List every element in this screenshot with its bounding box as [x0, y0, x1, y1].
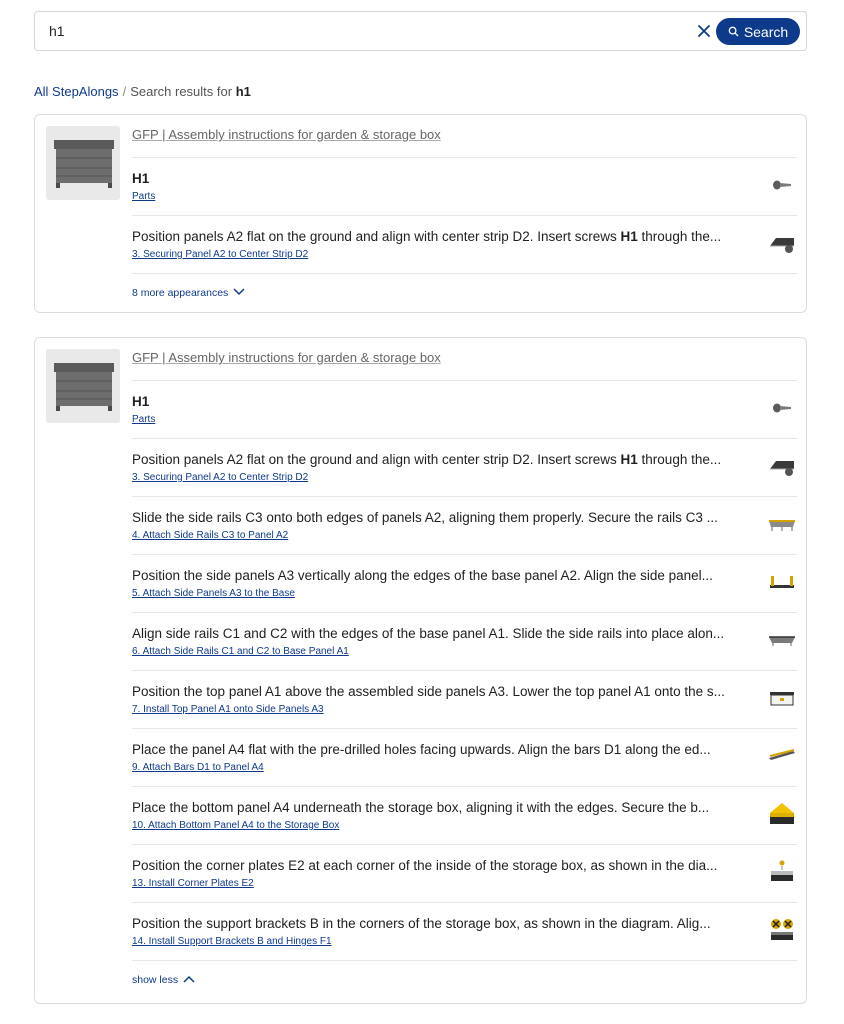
result-row[interactable]: Position the side panels A3 vertically a… — [132, 554, 797, 613]
result-snippet: Position the top panel A1 above the asse… — [132, 684, 725, 699]
result-card: GFP | Assembly instructions for garden &… — [34, 337, 807, 1004]
result-snippet: Align side rails C1 and C2 with the edge… — [132, 626, 725, 641]
result-snippet: Place the panel A4 flat with the pre-dri… — [132, 742, 711, 757]
result-snippet: Position the side panels A3 vertically a… — [132, 568, 713, 583]
toggle-row: show less — [132, 960, 797, 1005]
result-snippet: Place the bottom panel A4 underneath the… — [132, 800, 710, 815]
step-link[interactable]: 3. Securing Panel A2 to Center Strip D2 — [132, 249, 308, 260]
breadcrumb-query: h1 — [235, 84, 251, 99]
bottom-panel-icon — [767, 799, 797, 829]
search-input[interactable] — [49, 20, 649, 42]
step-link[interactable]: 7. Install Top Panel A1 onto Side Panels… — [132, 704, 324, 715]
result-row[interactable]: Position the top panel A1 above the asse… — [132, 670, 797, 729]
step-link[interactable]: 13. Install Corner Plates E2 — [132, 878, 254, 889]
result-snippet: Position panels A2 flat on the ground an… — [132, 452, 722, 467]
search-results-page: Search All StepAlongs/Search results for… — [0, 0, 844, 1024]
step-link[interactable]: 6. Attach Side Rails C1 and C2 to Base P… — [132, 646, 349, 657]
side-rails-icon — [767, 509, 797, 539]
result-row[interactable]: Position the corner plates E2 at each co… — [132, 844, 797, 903]
screw-icon — [767, 393, 797, 423]
parts-link[interactable]: Parts — [132, 414, 155, 425]
top-panel-icon — [767, 683, 797, 713]
product-thumbnail[interactable] — [46, 349, 120, 423]
step-link[interactable]: 9. Attach Bars D1 to Panel A4 — [132, 762, 264, 773]
bars-panel-icon — [767, 741, 797, 771]
result-row[interactable]: Position panels A2 flat on the ground an… — [132, 215, 797, 274]
result-snippet: Position the support brackets B in the c… — [132, 916, 711, 931]
result-row[interactable]: Position panels A2 flat on the ground an… — [132, 438, 797, 497]
part-row[interactable]: H1 Parts — [132, 157, 797, 216]
result-row[interactable]: Align side rails C1 and C2 with the edge… — [132, 612, 797, 671]
result-row[interactable]: Slide the side rails C3 onto both edges … — [132, 496, 797, 555]
result-card: GFP | Assembly instructions for garden &… — [34, 114, 807, 313]
clear-search-icon[interactable] — [695, 22, 713, 40]
result-snippet: Position panels A2 flat on the ground an… — [132, 229, 722, 244]
result-row[interactable]: Place the bottom panel A4 underneath the… — [132, 786, 797, 845]
part-name: H1 — [132, 394, 150, 409]
show-less-label: show less — [132, 974, 179, 986]
result-snippet: Position the corner plates E2 at each co… — [132, 858, 718, 873]
base-panel-icon — [767, 625, 797, 655]
card-title-link[interactable]: GFP | Assembly instructions for garden &… — [132, 127, 441, 142]
toggle-row: 8 more appearances — [132, 273, 797, 314]
support-brackets-icon — [767, 915, 797, 945]
search-icon — [728, 24, 739, 40]
chevron-up-icon — [183, 974, 195, 986]
more-appearances-label: 8 more appearances — [132, 287, 229, 299]
step-link[interactable]: 3. Securing Panel A2 to Center Strip D2 — [132, 472, 308, 483]
step-link[interactable]: 4. Attach Side Rails C3 to Panel A2 — [132, 530, 288, 541]
show-less-toggle[interactable]: show less — [132, 974, 195, 986]
part-name: H1 — [132, 171, 150, 186]
panel-screw-icon — [767, 228, 797, 258]
side-panels-icon — [767, 567, 797, 597]
panel-screw-icon — [767, 451, 797, 481]
more-appearances-toggle[interactable]: 8 more appearances — [132, 287, 245, 299]
breadcrumb-separator: / — [122, 84, 127, 99]
screw-icon — [767, 170, 797, 200]
part-row[interactable]: H1 Parts — [132, 380, 797, 439]
breadcrumb: All StepAlongs / Search results for h1 — [34, 84, 251, 99]
step-link[interactable]: 14. Install Support Brackets B and Hinge… — [132, 936, 332, 947]
corner-plates-icon — [767, 857, 797, 887]
breadcrumb-root-link[interactable]: All StepAlongs — [34, 84, 119, 99]
result-row[interactable]: Place the panel A4 flat with the pre-dri… — [132, 728, 797, 787]
result-snippet: Slide the side rails C3 onto both edges … — [132, 510, 718, 525]
search-button-label: Search — [743, 23, 789, 40]
step-link[interactable]: 10. Attach Bottom Panel A4 to the Storag… — [132, 820, 339, 831]
card-title-link[interactable]: GFP | Assembly instructions for garden &… — [132, 350, 441, 365]
result-row[interactable]: Position the support brackets B in the c… — [132, 902, 797, 961]
search-button[interactable]: Search — [716, 18, 800, 45]
breadcrumb-prefix: Search results for — [130, 84, 236, 99]
chevron-down-icon — [233, 287, 245, 299]
product-thumbnail[interactable] — [46, 126, 120, 200]
step-link[interactable]: 5. Attach Side Panels A3 to the Base — [132, 588, 295, 599]
search-bar: Search — [34, 11, 807, 51]
parts-link[interactable]: Parts — [132, 191, 155, 202]
